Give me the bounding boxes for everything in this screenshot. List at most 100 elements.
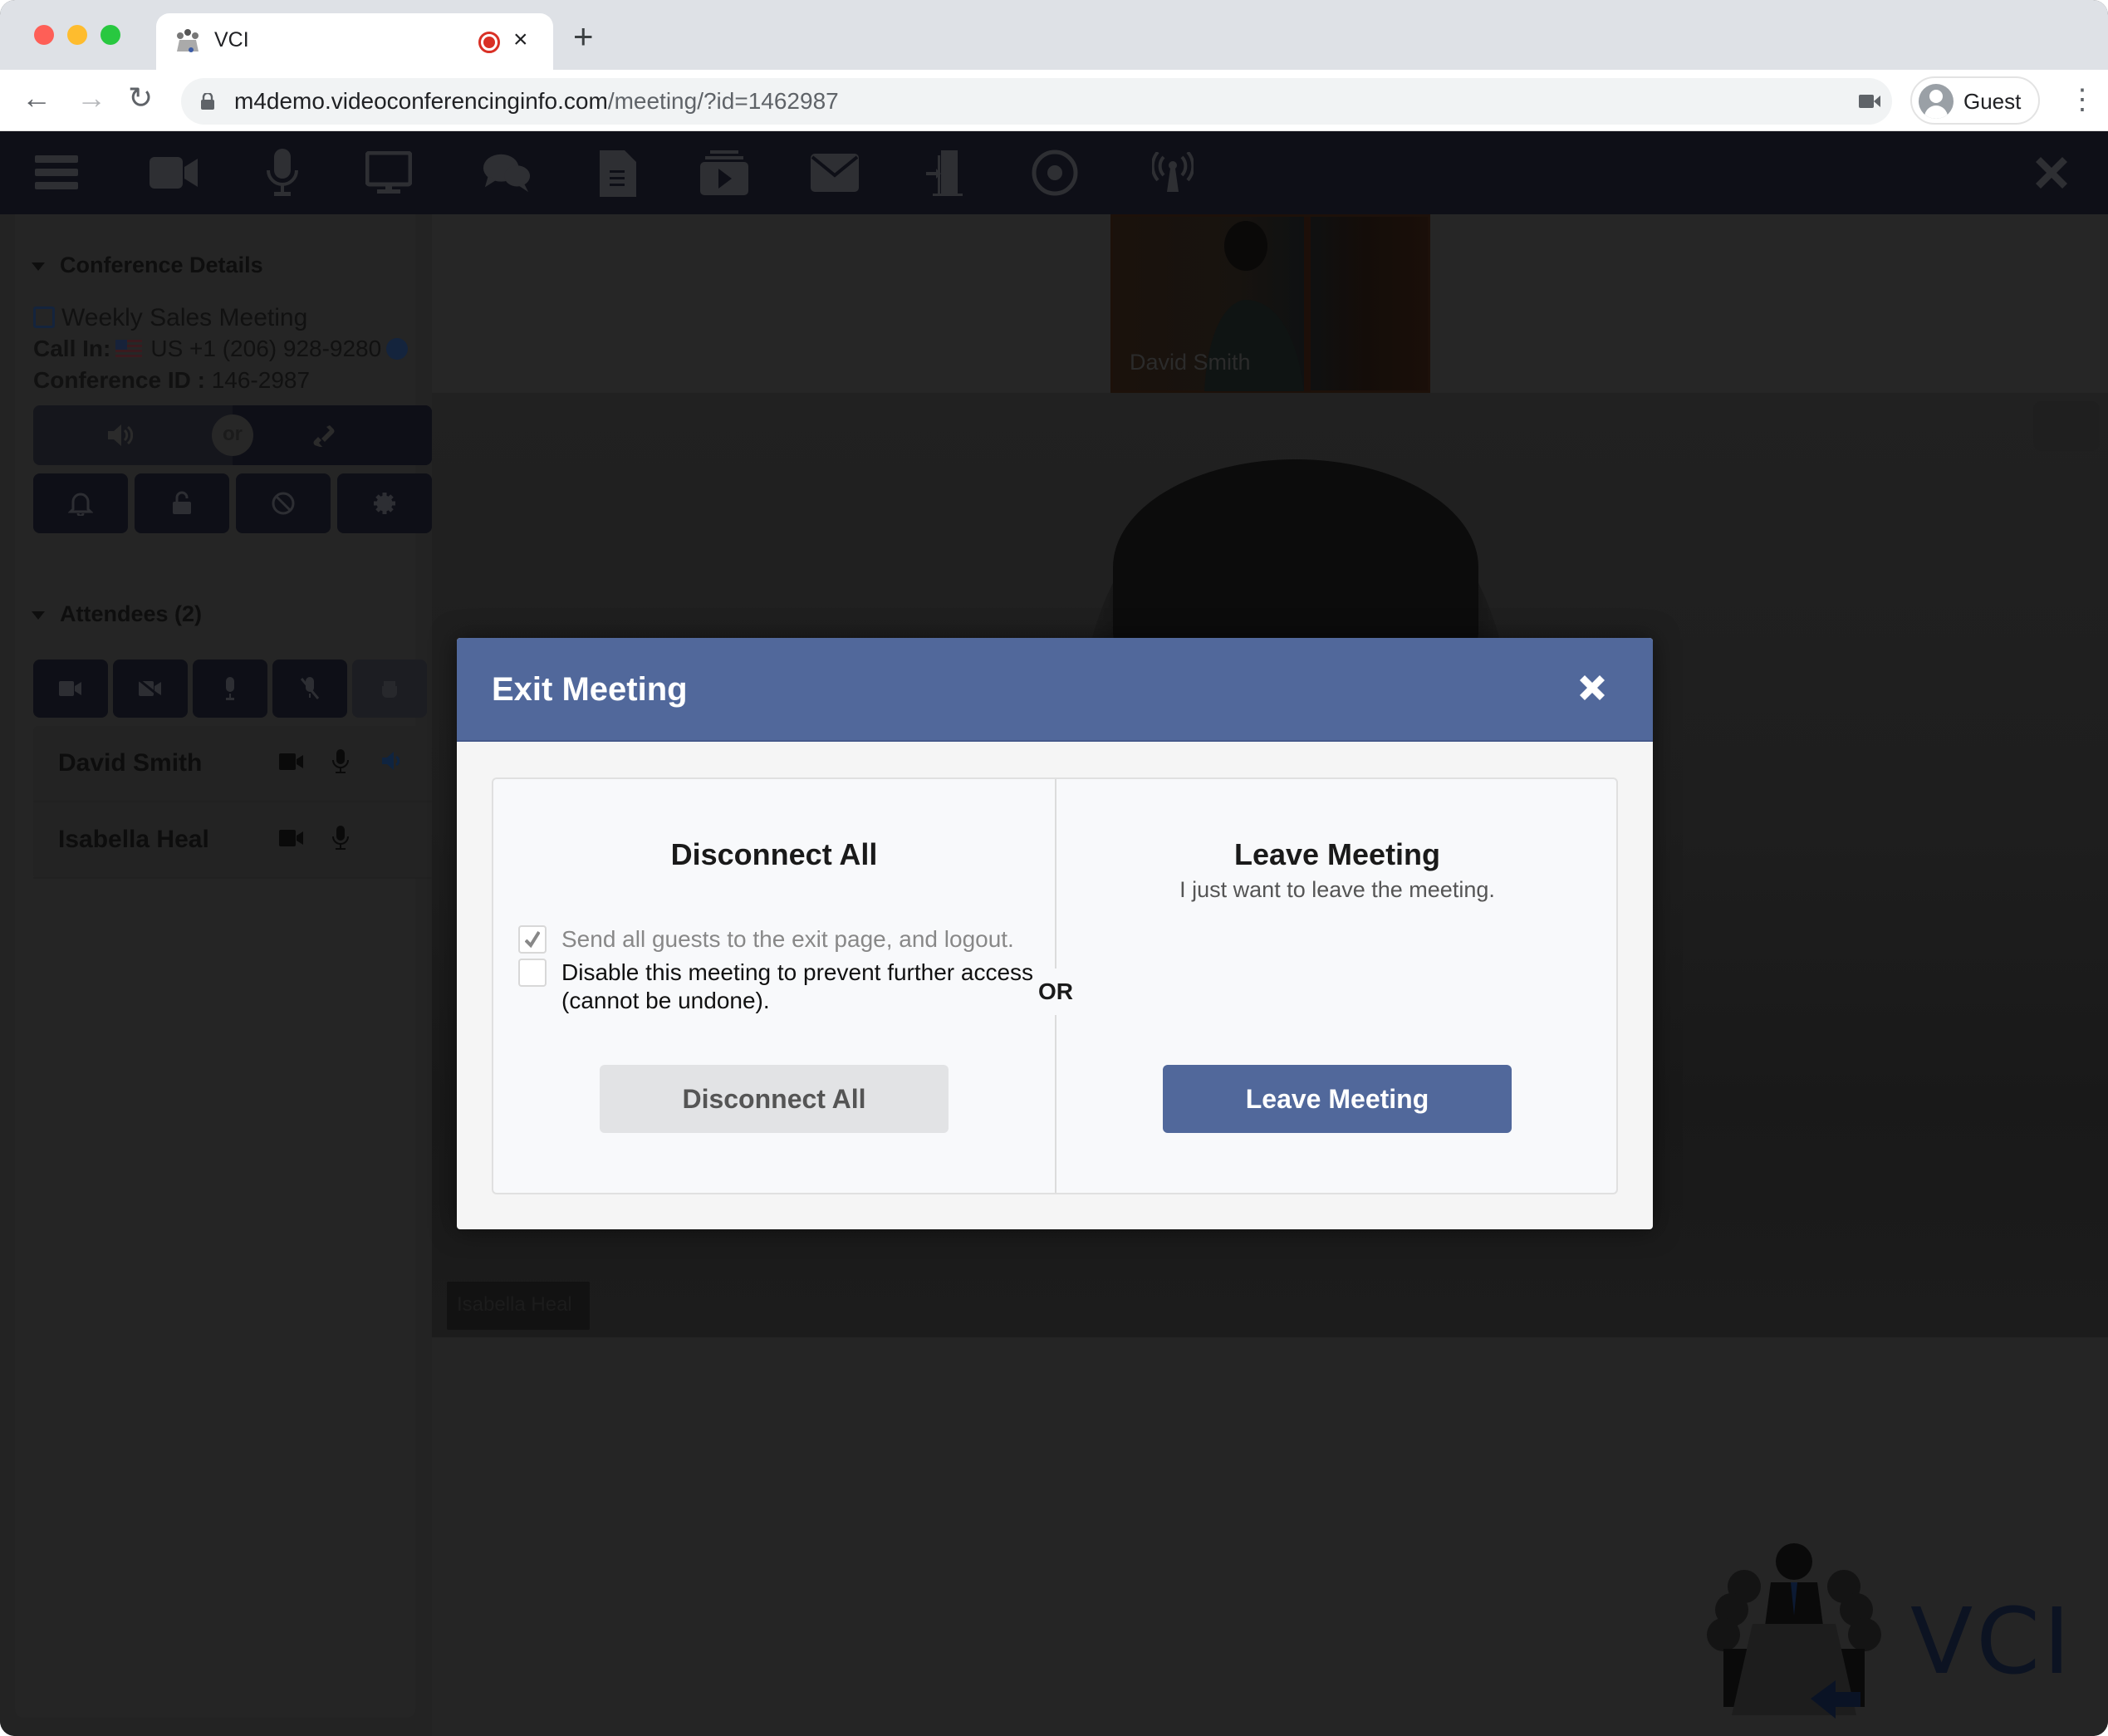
- phone-icon[interactable]: [311, 424, 336, 447]
- close-icon: [1580, 675, 1605, 700]
- all-mic-off-button[interactable]: [272, 660, 347, 718]
- toolbar-microphone-button[interactable]: [257, 149, 307, 196]
- settings-button[interactable]: [337, 473, 432, 533]
- conference-id: Conference ID : 146-2987: [33, 367, 310, 394]
- forward-button[interactable]: →: [76, 81, 106, 115]
- minimize-window-button[interactable]: [67, 25, 87, 45]
- attendee-row[interactable]: Isabella Heal: [33, 802, 432, 879]
- block-button[interactable]: [236, 473, 331, 533]
- close-window-button[interactable]: [34, 25, 54, 45]
- vci-favicon-icon: [177, 29, 199, 52]
- tab-bar: VCI × +: [0, 0, 2108, 70]
- caret-down-icon: [32, 262, 45, 271]
- toolbar-screenshare-button[interactable]: [364, 150, 414, 196]
- exit-door-icon: [926, 150, 963, 196]
- modal-header: Exit Meeting: [457, 638, 1653, 742]
- address-bar-row: ← → ↻ m4demo.videoconferencinginfo.com/m…: [0, 70, 2108, 131]
- conference-details-heading: Conference Details: [60, 253, 263, 277]
- screen-share-icon: [365, 151, 412, 194]
- document-icon: [600, 150, 636, 197]
- tab-title: VCI: [214, 28, 249, 51]
- all-video-off-button[interactable]: [113, 660, 188, 718]
- toolbar-close-button[interactable]: [2027, 150, 2076, 196]
- lock-meeting-button[interactable]: [135, 473, 229, 533]
- us-flag-icon: [115, 340, 143, 358]
- send-guests-exit-label: Send all guests to the exit page, and lo…: [561, 926, 1014, 952]
- recording-indicator-icon: [478, 32, 500, 53]
- thumbnail-name-label: David Smith: [1130, 350, 1251, 375]
- participant-thumbnail[interactable]: David Smith: [1110, 214, 1430, 393]
- toolbar-email-button[interactable]: [810, 150, 860, 196]
- speaker-icon[interactable]: [108, 424, 133, 447]
- microphone-icon[interactable]: [332, 749, 349, 774]
- toolbar-documents-button[interactable]: [593, 150, 643, 197]
- attendee-row[interactable]: David Smith: [33, 726, 432, 802]
- vci-logo-text: VCI: [1910, 1588, 2074, 1694]
- sidebar: Conference Details Weekly Sales Meeting …: [0, 214, 432, 1736]
- browser-tab[interactable]: VCI ×: [156, 13, 553, 70]
- leave-meeting-button[interactable]: Leave Meeting: [1163, 1065, 1512, 1133]
- browser-window: VCI × + ← → ↻ m4demo.videoconferencingin…: [0, 0, 2108, 1736]
- maximize-window-button[interactable]: [100, 25, 120, 45]
- notify-button[interactable]: [33, 473, 128, 533]
- url-path: /meeting/?id=1462987: [607, 88, 839, 114]
- call-in-label: Call In:: [33, 336, 111, 361]
- toolbar-media-button[interactable]: [699, 150, 749, 196]
- toolbar-exit-button[interactable]: [920, 150, 970, 196]
- conference-id-value: 146-2987: [211, 367, 311, 393]
- edit-icon[interactable]: [33, 306, 55, 328]
- disconnect-all-title: Disconnect All: [670, 837, 878, 871]
- toolbar-record-button[interactable]: [1030, 150, 1080, 196]
- record-icon: [1032, 150, 1078, 196]
- all-video-on-button[interactable]: [33, 660, 108, 718]
- menu-icon: [35, 155, 78, 189]
- modal-close-button[interactable]: [1572, 664, 1612, 711]
- microphone-icon: [226, 677, 234, 700]
- chat-icon: [483, 154, 531, 193]
- modal-title: Exit Meeting: [492, 671, 688, 708]
- url-text: m4demo.videoconferencinginfo.com/meeting…: [234, 88, 839, 115]
- attendees-toggle[interactable]: Attendees (2): [32, 601, 202, 627]
- conference-table-logo-icon: [1707, 1543, 1881, 1719]
- microphone-icon[interactable]: [332, 826, 349, 851]
- disable-meeting-checkbox[interactable]: [518, 959, 547, 987]
- disable-meeting-label: Disable this meeting to prevent further …: [561, 959, 1034, 1013]
- meeting-name[interactable]: Weekly Sales Meeting: [33, 304, 307, 332]
- expand-video-button[interactable]: [2033, 401, 2100, 451]
- meeting-name-text: Weekly Sales Meeting: [61, 304, 308, 331]
- checkmark-icon: [525, 930, 540, 949]
- conference-details-toggle[interactable]: Conference Details: [32, 253, 263, 278]
- close-icon: [2036, 157, 2067, 189]
- url-host: m4demo.videoconferencinginfo.com: [234, 88, 608, 114]
- attendees-list: David Smith Isabella Heal: [33, 726, 432, 879]
- broadcast-icon: [1152, 152, 1194, 192]
- browser-menu-button[interactable]: ⋮: [2068, 83, 2096, 116]
- tab-close-button[interactable]: ×: [513, 25, 528, 55]
- toolbar-chat-button[interactable]: [482, 150, 532, 196]
- audio-mode-toggle: or: [33, 405, 432, 465]
- video-camera-icon[interactable]: [279, 829, 304, 847]
- camera-in-use-icon[interactable]: [1859, 93, 1880, 110]
- all-mic-on-button[interactable]: [193, 660, 267, 718]
- disconnect-all-button[interactable]: Disconnect All: [600, 1065, 949, 1133]
- send-guests-exit-checkbox[interactable]: [518, 925, 547, 954]
- sidebar-panel: Conference Details Weekly Sales Meeting …: [15, 214, 432, 1718]
- conference-id-label: Conference ID :: [33, 367, 205, 393]
- address-bar[interactable]: m4demo.videoconferencinginfo.com/meeting…: [181, 78, 1892, 125]
- toolbar-menu-button[interactable]: [32, 150, 81, 196]
- video-camera-icon[interactable]: [279, 753, 304, 771]
- reload-button[interactable]: ↻: [128, 81, 153, 115]
- back-button[interactable]: ←: [22, 81, 51, 115]
- attendee-name: David Smith: [58, 749, 203, 777]
- media-player-icon: [700, 150, 748, 195]
- globe-icon[interactable]: [386, 338, 409, 360]
- raise-hand-button[interactable]: [352, 660, 427, 718]
- attendees-heading: Attendees (2): [60, 601, 203, 626]
- new-tab-button[interactable]: +: [573, 19, 594, 54]
- toolbar-broadcast-button[interactable]: [1148, 150, 1198, 196]
- main-video-name-label: Isabella Heal: [447, 1282, 590, 1330]
- speaking-speaker-icon: [382, 752, 400, 770]
- toolbar-video-button[interactable]: [150, 150, 199, 196]
- profile-button[interactable]: Guest: [1910, 76, 2040, 125]
- video-camera-icon: [150, 157, 198, 189]
